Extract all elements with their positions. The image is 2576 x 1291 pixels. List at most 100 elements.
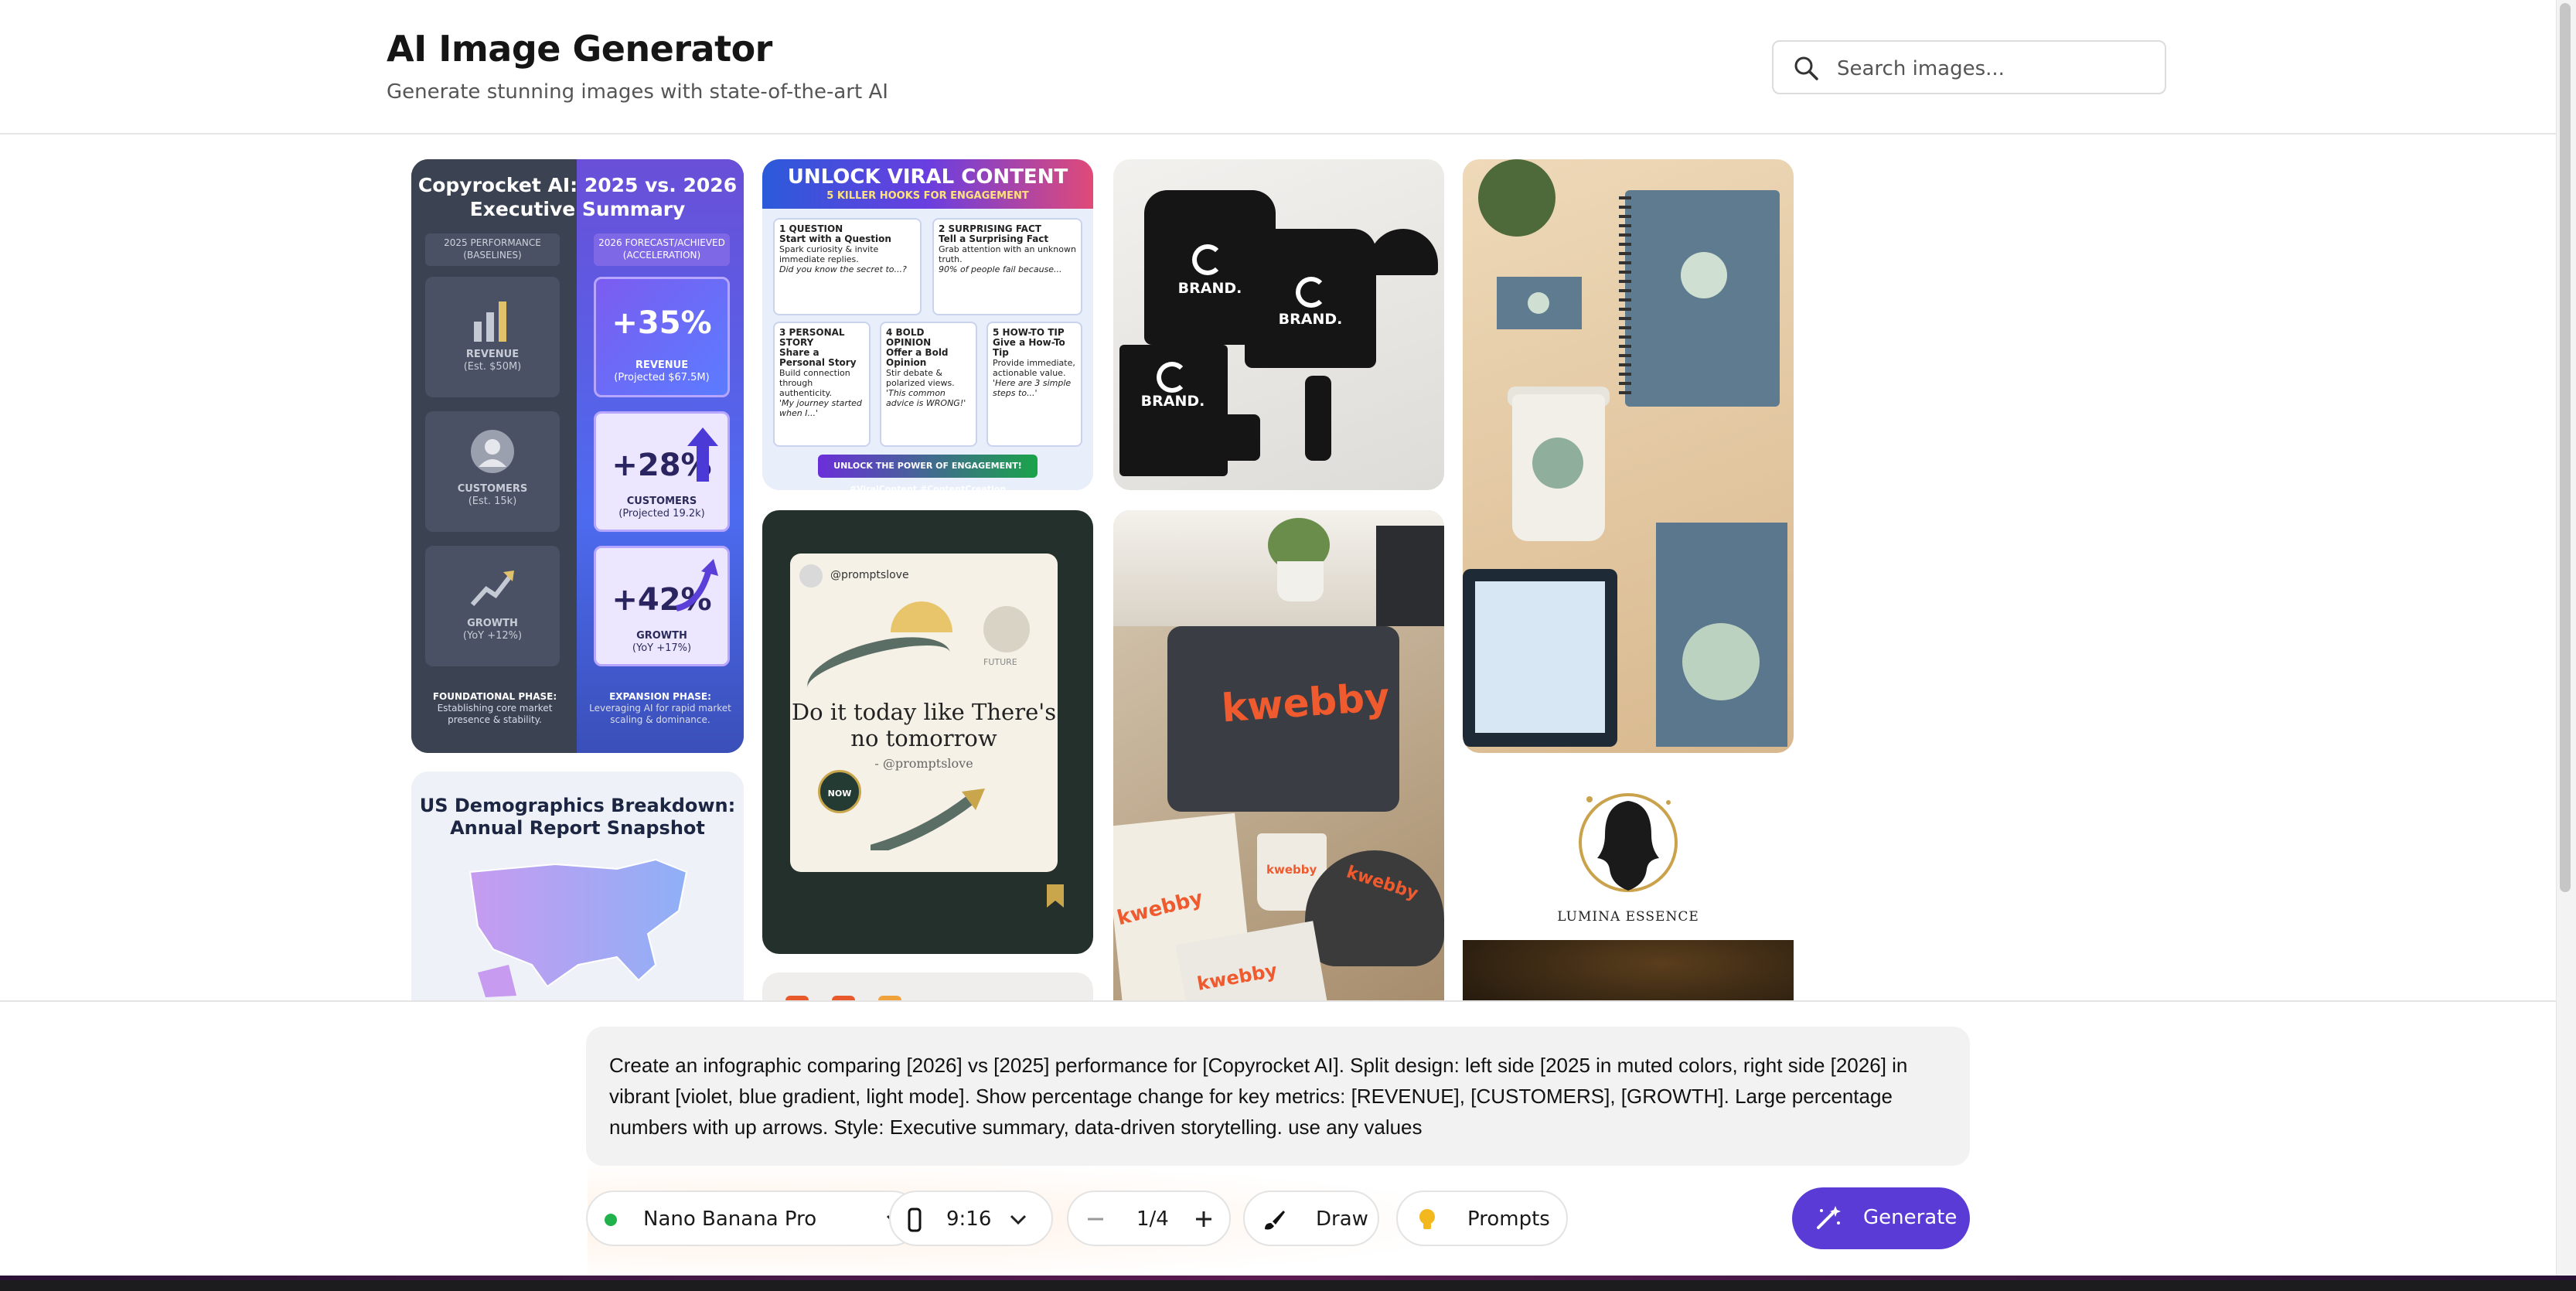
- chevron-down-icon: [1010, 1214, 1027, 1225]
- prompt-textarea[interactable]: Create an infographic comparing [2026] v…: [586, 1027, 1970, 1166]
- tile-label: GROWTH: [636, 630, 687, 642]
- model-status-dot: [605, 1214, 617, 1226]
- search-input[interactable]: [1835, 51, 2155, 87]
- generate-button[interactable]: Generate: [1792, 1187, 1970, 1249]
- gallery-image-viral-content[interactable]: UNLOCK VIRAL CONTENT 5 KILLER HOOKS FOR …: [762, 159, 1093, 490]
- tile-label: REVENUE: [635, 359, 689, 371]
- plus-icon[interactable]: [1194, 1209, 1214, 1229]
- hook-head: 3 PERSONAL STORY: [779, 327, 845, 348]
- draw-button[interactable]: Draw: [1243, 1191, 1379, 1246]
- plant: [1478, 159, 1555, 237]
- hook-sample: 'My journey started when I...': [779, 398, 862, 418]
- portrait-frame-icon: [908, 1208, 922, 1232]
- infographic-foot-left: FOUNDATIONAL PHASE: Establishing core ma…: [417, 691, 572, 726]
- brand-text: BRAND.: [1140, 393, 1205, 410]
- gallery-image-infographic[interactable]: Copyrocket AI: 2025 vs. 2026 Executive S…: [411, 159, 744, 753]
- bookmark-icon[interactable]: [1047, 884, 1064, 908]
- taskbar-strip: [0, 1276, 2576, 1291]
- foot-title: FOUNDATIONAL PHASE:: [432, 691, 557, 702]
- hook-sample: 'This common advice is WRONG!': [886, 388, 966, 408]
- tile-sub: (Projected 19.2k): [618, 508, 705, 519]
- hook-title: Tell a Surprising Fact: [939, 233, 1049, 244]
- tile-sub: (Est. 15k): [468, 496, 517, 507]
- aspect-ratio-selector[interactable]: 9:16: [889, 1191, 1053, 1246]
- hook-title: Share a Personal Story: [779, 347, 857, 368]
- tile-revenue-2025: REVENUE (Est. $50M): [425, 277, 560, 397]
- viral-title: UNLOCK VIRAL CONTENT: [787, 165, 1068, 189]
- brand-text: BRAND.: [1177, 280, 1242, 297]
- hook-card: 5 HOW-TO TIP Give a How-To Tip Provide i…: [986, 322, 1082, 447]
- now-badge: NOW: [818, 770, 861, 813]
- brand-text: BRAND.: [1278, 311, 1343, 328]
- notebook-spiral: [1619, 196, 1631, 400]
- generate-label: Generate: [1863, 1206, 1958, 1229]
- foot-text: Establishing core market presence & stab…: [437, 703, 553, 725]
- tile-label: GROWTH: [467, 618, 518, 629]
- us-map-icon: [469, 858, 688, 997]
- hook-card: 2 SURPRISING FACT Tell a Surprising Fact…: [932, 218, 1082, 315]
- page-scrollbar-thumb[interactable]: [2560, 3, 2571, 892]
- prompt-text: Create an infographic comparing [2026] v…: [609, 1054, 1908, 1139]
- quote-signature: - @promptslove: [874, 756, 973, 771]
- prompts-button[interactable]: Prompts: [1396, 1191, 1568, 1246]
- hook-title: Give a How-To Tip: [993, 337, 1065, 358]
- foot-text: Leveraging AI for rapid market scaling &…: [589, 703, 731, 725]
- tile-sub: (Est. $50M): [463, 361, 522, 373]
- prompts-label: Prompts: [1467, 1208, 1550, 1231]
- bar-chart-icon: [474, 301, 506, 342]
- magic-wand-icon: [1817, 1206, 1841, 1229]
- infographic-foot-right: EXPANSION PHASE: Leveraging AI for rapid…: [583, 691, 738, 726]
- brand-logo-icon: [1192, 244, 1223, 275]
- clock-icon: [983, 606, 1030, 652]
- viral-subtitle: 5 KILLER HOOKS FOR ENGAGEMENT: [826, 190, 1029, 202]
- leaf-logo-icon: [1682, 623, 1760, 700]
- gallery-image-partial[interactable]: [762, 973, 1093, 1002]
- hook-sample: 'Here are 3 simple steps to...': [993, 378, 1072, 398]
- lightbulb-icon: [1419, 1209, 1435, 1229]
- leaf-logo-icon: [1528, 292, 1549, 314]
- next-image-preview: [1463, 940, 1794, 1002]
- image-count-value: 1/4: [1136, 1208, 1169, 1231]
- tile-revenue-2026: +35% REVENUE (Projected $67.5M): [594, 277, 730, 397]
- search-icon: [1794, 56, 1818, 80]
- quote-text: Do it today like There's no tomorrow: [791, 699, 1057, 751]
- gallery-image-us-demographics[interactable]: US Demographics Breakdown: Annual Report…: [411, 772, 744, 1002]
- twin-faces-logo-icon: [1579, 793, 1678, 892]
- search-box[interactable]: [1772, 40, 2166, 94]
- tile-sub: (YoY +17%): [632, 642, 692, 654]
- brand-logo-icon: [1296, 277, 1327, 308]
- leaf-logo-icon: [1532, 438, 1583, 489]
- gallery-image-stationery-mockup[interactable]: [1463, 159, 1794, 753]
- page-subtitle: Generate stunning images with state-of-t…: [387, 80, 888, 104]
- tile-growth-2025: GROWTH (YoY +12%): [425, 546, 560, 666]
- gallery-image-motivational-quote[interactable]: @promptslove FUTURE Do it today like The…: [762, 510, 1093, 954]
- plant-pot: [1277, 561, 1324, 601]
- mug: [1214, 414, 1260, 461]
- trend-arrow-icon: [470, 571, 514, 607]
- cap: [1368, 229, 1438, 275]
- hook-title: Offer a Bold Opinion: [886, 347, 949, 368]
- infographic-title: Copyrocket AI: 2025 vs. 2026 Executive S…: [417, 174, 738, 220]
- up-arrow-icon: [687, 427, 718, 482]
- hook-text: Build connection through authenticity.: [779, 368, 850, 398]
- laptop: [1376, 526, 1444, 626]
- arrow-up-right-icon: [871, 789, 985, 850]
- hook-sample: Did you know the secret to...?: [779, 264, 907, 274]
- brush-icon: [1265, 1211, 1285, 1230]
- avatar: [799, 564, 823, 588]
- gallery-image-brand-merch[interactable]: BRAND. BRAND. BRAND.: [1113, 159, 1444, 490]
- image-count-stepper[interactable]: 1/4: [1067, 1191, 1231, 1246]
- hook-card: 4 BOLD OPINION Offer a Bold Opinion Stir…: [880, 322, 977, 447]
- tablet-screen: [1475, 581, 1605, 733]
- future-label: FUTURE: [983, 657, 1017, 667]
- minus-icon[interactable]: [1085, 1209, 1106, 1229]
- post-handle: @promptslove: [830, 569, 909, 581]
- gallery-image-kwebby-workspace[interactable]: kwebby kwebby kwebby kwebby kwebby: [1113, 510, 1444, 1002]
- tile-label: CUSTOMERS: [457, 483, 528, 495]
- page-title: AI Image Generator: [387, 28, 772, 70]
- hook-card: 1 QUESTION Start with a Question Spark c…: [773, 218, 922, 315]
- gallery-image-lumina-logo[interactable]: LUMINA ESSENCE: [1463, 772, 1794, 1002]
- brand-logo-icon: [1157, 362, 1187, 393]
- model-selector[interactable]: Nano Banana Pro: [586, 1191, 920, 1246]
- banner-hashtags: #ViralContent #ContentCreation: [849, 484, 1007, 490]
